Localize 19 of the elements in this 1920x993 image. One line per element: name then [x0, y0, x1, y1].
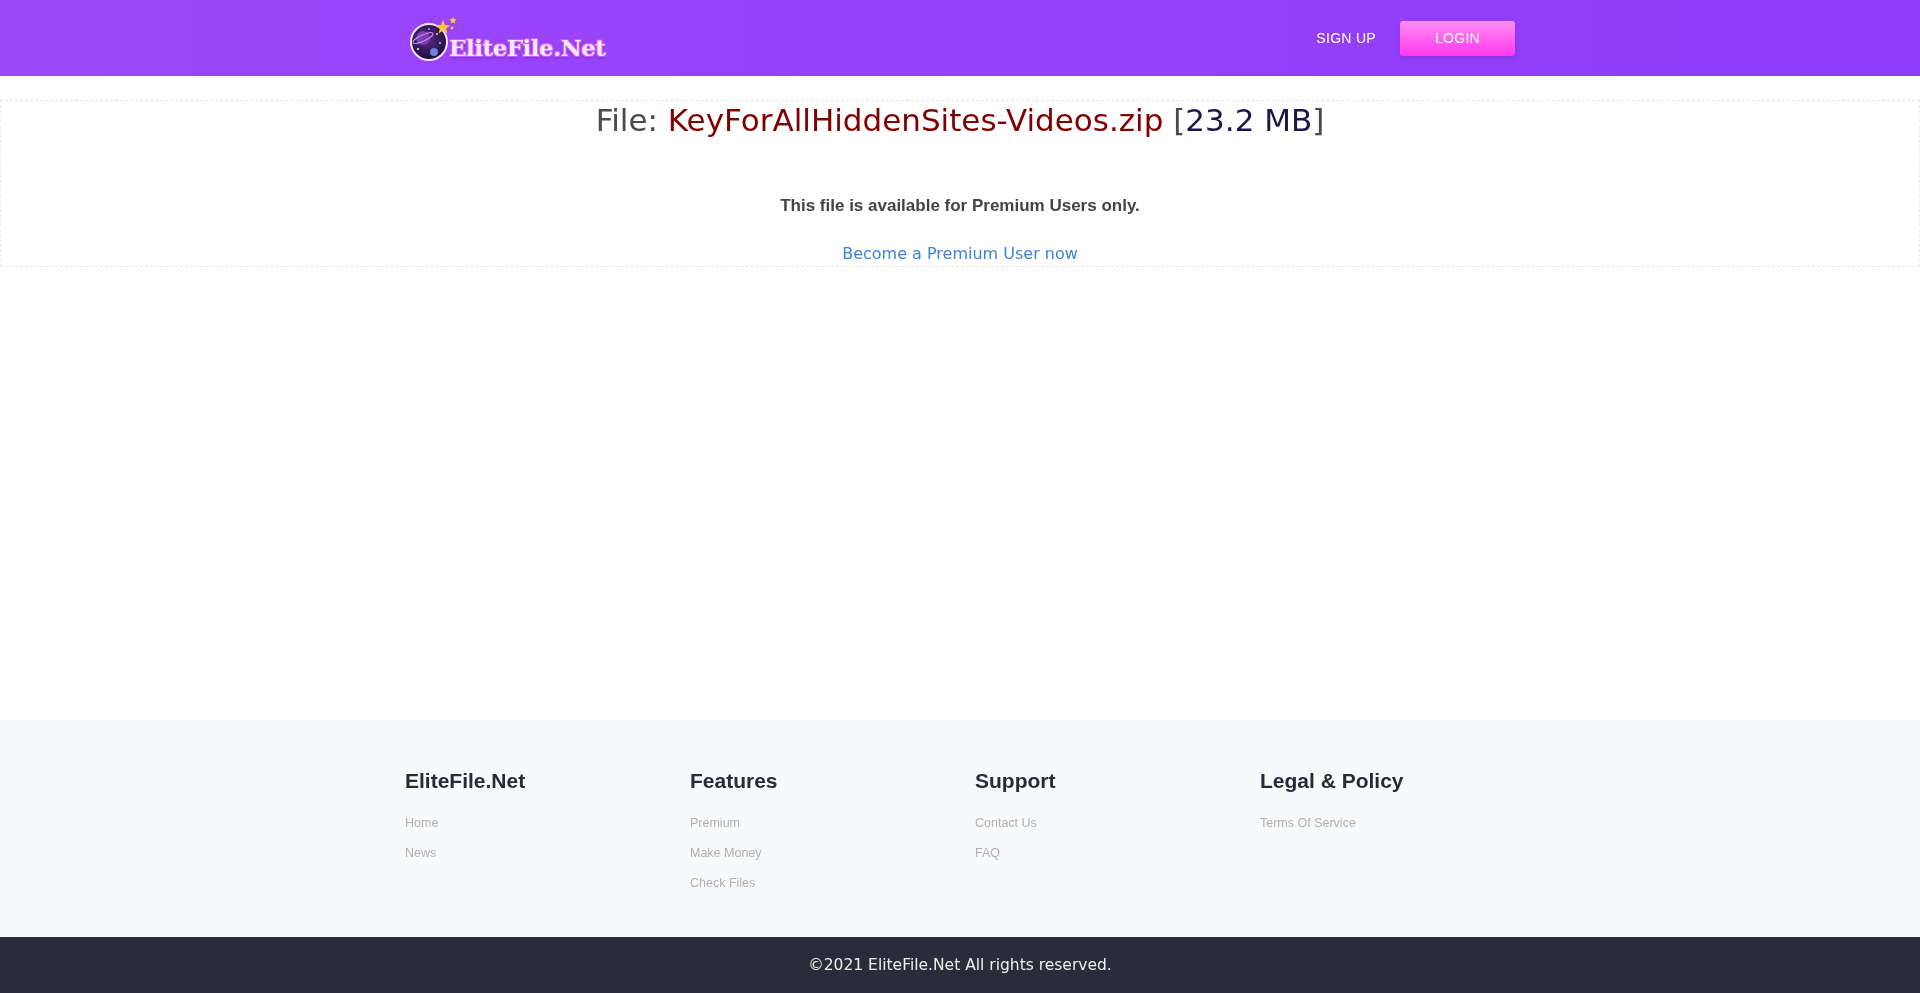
logo-text[interactable]: EliteFile.Net [449, 34, 606, 62]
file-title: File: KeyForAllHiddenSites-Videos.zip [23.2 MB] [595, 101, 1325, 139]
footer-link[interactable]: Make Money [690, 845, 762, 861]
premium-notice: This file is available for Premium Users only. [780, 196, 1140, 216]
footer-link[interactable]: Check Files [690, 875, 756, 891]
footer-heading: Features [690, 768, 778, 794]
sign-up-link[interactable]: SIGN UP [1316, 30, 1376, 46]
footer-link[interactable]: Premium [690, 815, 740, 831]
footer-link[interactable]: Terms Of Service [1260, 815, 1356, 831]
premium-link[interactable]: Become a Premium User now [842, 244, 1078, 264]
footer-heading: EliteFile.Net [405, 768, 526, 794]
login-button[interactable]: LOGIN [1400, 20, 1515, 56]
footer-link[interactable]: News [405, 845, 437, 861]
footer-link[interactable]: Contact Us [975, 815, 1037, 831]
footer-link[interactable]: FAQ [975, 845, 1000, 861]
footer-heading: Support [975, 768, 1056, 794]
footer-link[interactable]: Home [405, 815, 439, 831]
footer-heading: Legal & Policy [1260, 768, 1404, 794]
copyright-text: ©2021 EliteFile.Net All rights reserved. [808, 956, 1112, 974]
